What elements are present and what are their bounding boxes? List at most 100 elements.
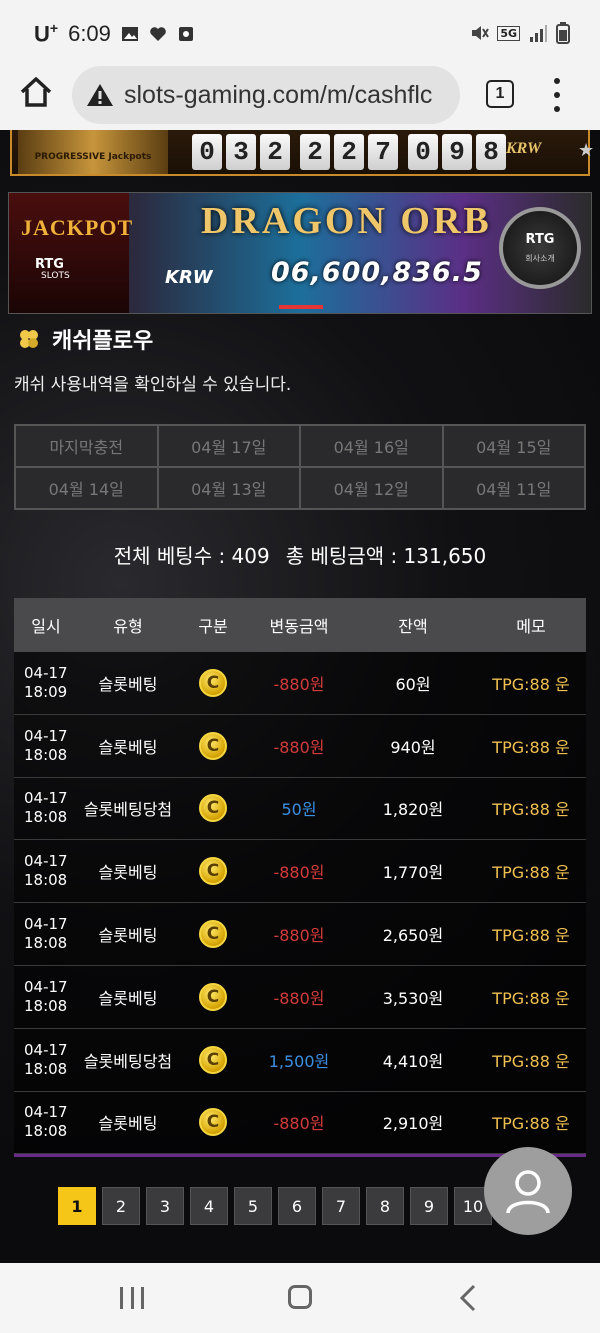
header-balance: 잔액 [398, 617, 428, 636]
row-datetime: 04-17 18:08 [14, 1041, 78, 1079]
row-date: 04-17 [24, 977, 68, 996]
row-date: 04-17 [24, 789, 68, 808]
address-bar[interactable]: slots-gaming.com/m/cashflc [72, 66, 460, 124]
row-time: 18:08 [24, 871, 68, 890]
row-change-amount: -880원 [273, 988, 325, 1008]
signal-icon [530, 25, 547, 42]
badge-sub: SLOTS [41, 271, 70, 281]
row-time: 18:08 [24, 1059, 68, 1078]
row-balance: 940원 [390, 737, 436, 757]
page-button-2[interactable]: 2 [102, 1187, 140, 1225]
jackpot-digit: 2 [300, 134, 330, 170]
date-tab[interactable]: 04월 16일 [300, 425, 443, 467]
page-button-8[interactable]: 8 [366, 1187, 404, 1225]
header-category: 구분 [198, 617, 228, 636]
url-text: slots-gaming.com/m/cashflc [124, 80, 433, 109]
jackpot-digit: 8 [476, 134, 506, 170]
row-balance: 2,910원 [382, 1114, 444, 1134]
date-tab[interactable]: 04월 13일 [157, 467, 300, 509]
tab-switcher-button[interactable]: 1 [486, 80, 514, 108]
badge-title: JACKPOT [21, 215, 134, 240]
page-button-5[interactable]: 5 [234, 1187, 272, 1225]
company-intro-button[interactable]: RTG 회사소개 [499, 207, 581, 289]
row-type: 슬롯베팅 [98, 674, 158, 694]
row-date: 04-17 [24, 1103, 68, 1122]
row-change-amount: -880원 [273, 926, 325, 946]
jackpot-badge: JACKPOT RTG SLOTS [9, 193, 132, 313]
date-tab[interactable]: 04월 14일 [15, 467, 158, 509]
row-change-amount: -880원 [273, 1114, 325, 1134]
coin-icon: C [199, 1045, 227, 1074]
row-time: 18:08 [24, 808, 68, 827]
page-button-1[interactable]: 1 [58, 1187, 96, 1225]
row-balance: 1,770원 [382, 863, 444, 883]
browser-toolbar: slots-gaming.com/m/cashflc 1 [0, 60, 600, 130]
recent-apps-icon[interactable] [120, 1287, 144, 1309]
banner-title: DRAGON ORB [201, 200, 492, 242]
home-nav-icon[interactable] [288, 1285, 312, 1309]
coin-icon: C [199, 920, 227, 949]
row-memo: TPG:88 운 [492, 1051, 570, 1071]
home-icon[interactable] [18, 74, 54, 110]
dragon-orb-banner[interactable]: JACKPOT RTG SLOTS DRAGON ORB KRW 06,600,… [8, 192, 592, 314]
page-button-3[interactable]: 3 [146, 1187, 184, 1225]
page-description: 캐쉬 사용내역을 확인하실 수 있습니다. [14, 375, 292, 395]
app-notification-icon [178, 26, 193, 41]
row-memo: TPG:88 운 [492, 737, 570, 757]
page-button-4[interactable]: 4 [190, 1187, 228, 1225]
page-button-6[interactable]: 6 [278, 1187, 316, 1225]
row-datetime: 04-17 18:08 [14, 978, 78, 1016]
header-memo: 메모 [516, 617, 546, 636]
date-tab[interactable]: 04월 11일 [442, 467, 585, 509]
date-tab[interactable]: 마지막충전 [15, 425, 158, 467]
row-date: 04-17 [24, 726, 68, 745]
page-button-9[interactable]: 9 [410, 1187, 448, 1225]
date-filter-grid: 마지막충전 04월 17일 04월 16일 04월 15일 04월 14일 04… [14, 424, 586, 510]
system-navigation-bar [0, 1263, 600, 1333]
jackpot-currency: KRW [506, 140, 542, 157]
section-header: 캐쉬플로우 [18, 323, 153, 355]
row-balance: 3,530원 [382, 988, 444, 1008]
table-row: 04-17 18:08 슬롯베팅 C -880원 1,770원 TPG:88 운 [14, 840, 586, 904]
row-datetime: 04-17 18:09 [14, 664, 78, 702]
row-balance: 4,410원 [382, 1051, 444, 1071]
date-tab[interactable]: 04월 15일 [442, 425, 585, 467]
row-datetime: 04-17 18:08 [14, 727, 78, 765]
row-memo: TPG:88 운 [492, 988, 570, 1008]
circle-brand: RTG [525, 232, 555, 247]
coin-icon: C [199, 982, 227, 1011]
table-row: 04-17 18:08 슬롯베팅당첨 C 50원 1,820원 TPG:88 운 [14, 777, 586, 841]
overflow-menu-icon[interactable] [550, 78, 564, 112]
row-change-amount: -880원 [273, 674, 325, 694]
pagination: 1 2 3 4 5 6 7 8 9 10 [58, 1187, 492, 1225]
row-datetime: 04-17 18:08 [14, 789, 78, 827]
row-category: C [178, 1045, 248, 1074]
clock: 6:09 [68, 20, 111, 46]
header-datetime: 일시 [31, 617, 61, 636]
coin-icon: C [199, 794, 227, 823]
total-bet-count: 전체 베팅수 : 409 [113, 544, 270, 568]
row-datetime: 04-17 18:08 [14, 915, 78, 953]
table-row: 04-17 18:08 슬롯베팅 C -880원 3,530원 TPG:88 운 [14, 965, 586, 1029]
page-button-7[interactable]: 7 [322, 1187, 360, 1225]
back-icon[interactable] [458, 1283, 478, 1313]
jackpot-digit: 0 [408, 134, 438, 170]
row-category: C [178, 731, 248, 760]
coin-icon: C [199, 1108, 227, 1137]
row-type: 슬롯베팅당첨 [83, 1051, 173, 1071]
banner-slide-indicator [279, 305, 323, 309]
row-memo: TPG:88 운 [492, 926, 570, 946]
row-time: 18:08 [24, 934, 68, 953]
table-row: 04-17 18:09 슬롯베팅 C -880원 60원 TPG:88 운 [14, 652, 586, 715]
date-tab[interactable]: 04월 17일 [157, 425, 300, 467]
row-category: C [178, 857, 248, 886]
row-type: 슬롯베팅 [98, 988, 158, 1008]
row-balance: 60원 [395, 674, 431, 694]
jackpot-digit: 2 [260, 134, 290, 170]
table-row: 04-17 18:08 슬롯베팅 C -880원 2,650원 TPG:88 운 [14, 903, 586, 966]
user-avatar-button[interactable] [484, 1147, 572, 1235]
warning-icon [87, 84, 113, 106]
date-tab[interactable]: 04월 12일 [300, 467, 443, 509]
row-date: 04-17 [24, 852, 68, 871]
table-header: 일시 유형 구분 변동금액 잔액 메모 [14, 598, 586, 652]
